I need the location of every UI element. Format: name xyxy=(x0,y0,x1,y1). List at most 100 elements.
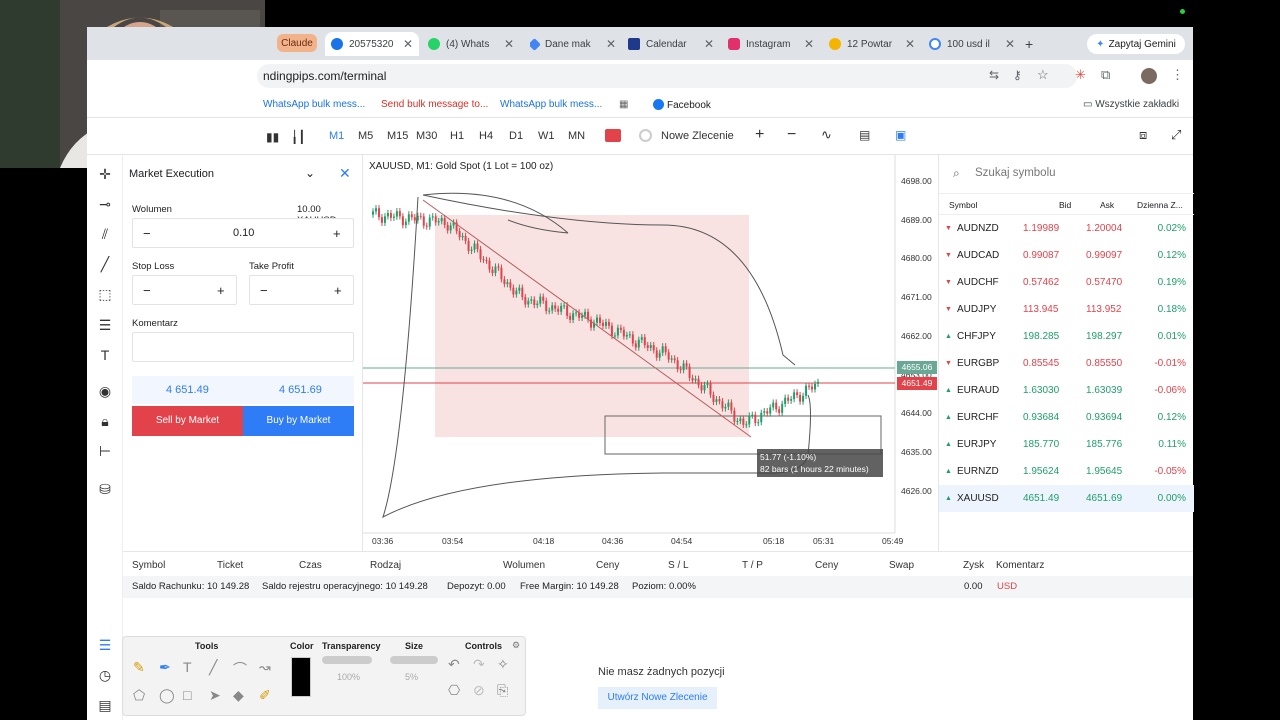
watchlist-row[interactable]: ▲ XAUUSD 4651.49 4651.69 0.00% xyxy=(939,485,1194,512)
take-profit-stepper[interactable]: − + xyxy=(249,275,354,305)
bookmark-item[interactable]: Send bulk message to... xyxy=(381,99,488,110)
watchlist-row[interactable]: ▲ EURJPY 185.770 185.776 0.11% xyxy=(939,431,1194,458)
tab-instagram[interactable]: Instagram ✕ xyxy=(728,32,820,56)
comment-field[interactable] xyxy=(132,332,354,362)
volume-stepper[interactable]: − 0.10 + xyxy=(132,218,354,248)
gear-icon[interactable]: ⚙ xyxy=(512,640,520,651)
chart-canvas[interactable] xyxy=(363,155,938,551)
fib-icon[interactable]: ⫽ xyxy=(96,225,114,243)
tab-powtarzanie[interactable]: 12 Powtar ✕ xyxy=(829,32,921,56)
screenshot-icon[interactable]: ⧈ xyxy=(1139,127,1147,143)
pencil-icon[interactable]: ✎ xyxy=(133,659,145,676)
avatar[interactable] xyxy=(1141,68,1157,84)
watchlist-row[interactable]: ▲ EURNZD 1.95624 1.95645 -0.05% xyxy=(939,458,1194,485)
size-slider[interactable] xyxy=(390,656,438,664)
curve-tool-icon[interactable]: ⌒ xyxy=(233,659,247,679)
minus-icon[interactable]: − xyxy=(143,283,151,298)
watchlist-row[interactable]: ▼ AUDCHF 0.57462 0.57470 0.19% xyxy=(939,269,1194,296)
tree-icon[interactable]: ⊢ xyxy=(96,442,114,460)
arrow-tool-icon[interactable]: ↝ xyxy=(259,659,271,676)
star-icon[interactable]: ☆ xyxy=(1037,67,1049,83)
zoom-in-icon[interactable]: + xyxy=(755,126,764,144)
eraser-icon[interactable]: ◆ xyxy=(233,687,244,704)
color-swatch[interactable] xyxy=(291,657,311,697)
col-symbol[interactable]: Symbol xyxy=(949,200,977,210)
trendline-icon[interactable]: ╱ xyxy=(96,255,114,273)
tf-m15[interactable]: M15 xyxy=(387,130,408,142)
bookmark-facebook[interactable]: Facebook xyxy=(653,99,711,111)
close-icon[interactable]: ✕ xyxy=(403,37,413,51)
menu-icon[interactable]: ⋮ xyxy=(1171,67,1184,83)
symbol-search-input[interactable]: Szukaj symbolu xyxy=(975,167,1056,179)
candles-icon[interactable]: ╽┃ xyxy=(291,130,305,144)
circle-icon[interactable]: ◯ xyxy=(159,687,175,704)
tab-claude[interactable]: Claude xyxy=(277,34,317,52)
cursor-icon[interactable]: ➤ xyxy=(209,687,221,704)
watchlist-row[interactable]: ▲ EURAUD 1.63030 1.63039 -0.06% xyxy=(939,377,1194,404)
price-chart[interactable]: XAUUSD, M1: Gold Spot (1 Lot = 100 oz) 4… xyxy=(363,155,938,551)
puzzle-icon[interactable]: ⧉ xyxy=(1101,67,1110,83)
crosshair-icon[interactable]: ✛ xyxy=(96,165,114,183)
transparency-slider[interactable] xyxy=(322,656,372,664)
tab-20575320[interactable]: 20575320 ✕ xyxy=(325,32,419,56)
close-icon[interactable]: ✕ xyxy=(1005,37,1015,51)
tab-google-search[interactable]: 100 usd il ✕ xyxy=(929,32,1021,56)
rectangle-icon[interactable]: ⬚ xyxy=(96,285,114,303)
tf-mn[interactable]: MN xyxy=(568,130,585,142)
tf-d1[interactable]: D1 xyxy=(509,130,523,142)
new-order-button[interactable]: Nowe Zlecenie xyxy=(661,130,734,142)
minus-icon[interactable]: − xyxy=(143,226,151,241)
bookmark-item[interactable]: WhatsApp bulk mess... xyxy=(263,99,365,110)
square-icon[interactable]: □ xyxy=(183,687,191,703)
translate-icon[interactable]: ⇆ xyxy=(989,68,999,82)
polygon-icon[interactable]: ⬠ xyxy=(133,687,145,704)
col-bid[interactable]: Bid xyxy=(1059,200,1071,210)
close-icon[interactable]: ✕ xyxy=(606,37,616,51)
close-icon[interactable]: ✕ xyxy=(704,37,714,51)
close-icon[interactable]: ✕ xyxy=(804,37,814,51)
clipboard-icon[interactable]: ⎘ xyxy=(497,682,508,699)
tf-m1[interactable]: M1 xyxy=(329,130,344,142)
tab-calendar[interactable]: Calendar ✕ xyxy=(628,32,720,56)
chevron-down-icon[interactable]: ⌄ xyxy=(305,166,315,180)
clear-icon[interactable]: ✧ xyxy=(497,656,509,673)
watchlist-row[interactable]: ▼ AUDNZD 1.19989 1.20004 0.02% xyxy=(939,215,1194,242)
notes-icon[interactable]: ▤ xyxy=(96,696,114,714)
lines-icon[interactable]: ☰ xyxy=(96,316,114,334)
minus-icon[interactable]: − xyxy=(260,283,268,298)
all-bookmarks[interactable]: ▭ Wszystkie zakładki xyxy=(1083,99,1179,110)
close-icon[interactable]: ✕ xyxy=(905,37,915,51)
tab-dane[interactable]: Dane mak ✕ xyxy=(530,32,622,56)
watchlist-row[interactable]: ▲ CHFJPY 198.285 198.297 0.01% xyxy=(939,323,1194,350)
create-order-button[interactable]: Utwórz Nowe Zlecenie xyxy=(598,687,717,709)
zoom-out-icon[interactable]: − xyxy=(787,126,796,144)
close-icon[interactable]: ✕ xyxy=(339,165,351,182)
plus-icon[interactable]: + xyxy=(333,226,341,241)
text-tool-icon[interactable]: T xyxy=(183,659,192,675)
watchlist-row[interactable]: ▼ AUDCAD 0.99087 0.99097 0.12% xyxy=(939,242,1194,269)
watchlist-row[interactable]: ▲ EURCHF 0.93684 0.93694 0.12% xyxy=(939,404,1194,431)
eye-icon[interactable]: ◉ xyxy=(96,382,114,400)
history-icon[interactable]: ◷ xyxy=(96,666,114,684)
undo-icon[interactable]: ↶ xyxy=(448,656,460,673)
line-tool-icon[interactable]: ╱ xyxy=(209,659,217,676)
key-icon[interactable]: ⚷ xyxy=(1013,68,1022,82)
list-icon[interactable]: ☰ xyxy=(96,636,114,654)
tf-w1[interactable]: W1 xyxy=(538,130,555,142)
volume-value[interactable]: 0.10 xyxy=(233,227,254,239)
extension-icon[interactable]: ✳ xyxy=(1075,67,1086,83)
lock-icon[interactable]: 🔒︎ xyxy=(96,412,114,430)
tf-h1[interactable]: H1 xyxy=(450,130,464,142)
col-ask[interactable]: Ask xyxy=(1100,200,1114,210)
tf-h4[interactable]: H4 xyxy=(479,130,493,142)
plus-icon[interactable]: + xyxy=(334,283,342,298)
close-icon[interactable]: ✕ xyxy=(504,37,514,51)
bookmark-item[interactable]: WhatsApp bulk mess... xyxy=(500,99,602,110)
marker-icon[interactable]: ✒ xyxy=(159,659,171,676)
highlighter-icon[interactable]: ✐ xyxy=(259,687,271,704)
camera-icon[interactable]: ⎔ xyxy=(448,682,460,699)
database-icon[interactable]: ⛁ xyxy=(96,480,114,498)
buy-button[interactable]: Buy by Market xyxy=(243,406,354,436)
watchlist-row[interactable]: ▼ EURGBP 0.85545 0.85550 -0.01% xyxy=(939,350,1194,377)
indicator-icon[interactable] xyxy=(605,129,621,142)
